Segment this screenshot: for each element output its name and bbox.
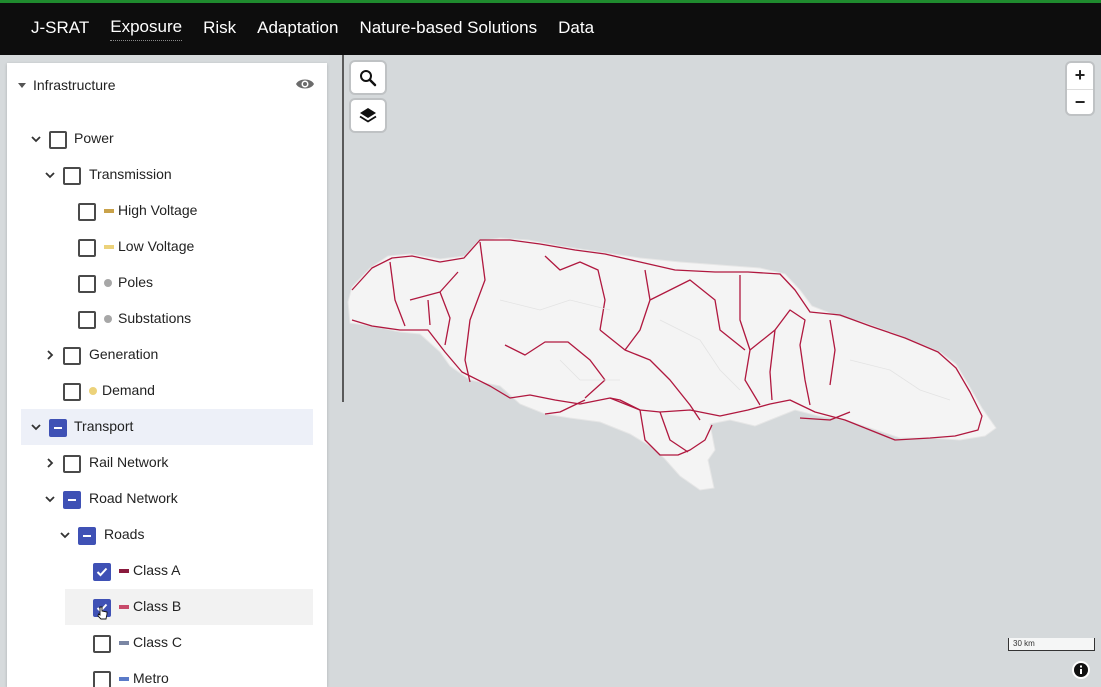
zoom-out-button[interactable]: −: [1067, 89, 1093, 115]
checkbox-class-a[interactable]: [93, 563, 111, 581]
section-title: Infrastructure: [33, 77, 116, 93]
checkbox-metro[interactable]: [93, 671, 111, 687]
chevron-down-icon[interactable]: [30, 420, 42, 438]
zoom-control: + −: [1067, 63, 1093, 114]
legend-swatch-poles: [104, 279, 112, 287]
legend-swatch-metro: [119, 677, 129, 681]
legend-swatch-low-voltage: [104, 245, 114, 249]
nav-risk[interactable]: Risk: [203, 18, 236, 41]
layer-row-class-a[interactable]: Class A: [21, 553, 313, 589]
layer-label-demand: Demand: [102, 382, 155, 398]
layer-row-class-b[interactable]: Class B: [65, 589, 313, 625]
legend-swatch-class-a: [119, 569, 129, 573]
layer-row-low-voltage[interactable]: Low Voltage: [21, 229, 313, 265]
island-map: [347, 237, 997, 491]
chevron-down-icon[interactable]: [44, 492, 56, 510]
layer-row-rail-network[interactable]: Rail Network: [21, 445, 313, 481]
legend-swatch-substations: [104, 315, 112, 323]
checkbox-substations[interactable]: [78, 311, 96, 329]
section-infrastructure[interactable]: Infrastructure: [7, 63, 327, 107]
zoom-in-button[interactable]: +: [1067, 63, 1093, 88]
layer-label-high-voltage: High Voltage: [118, 202, 198, 218]
island-landmass: [347, 237, 997, 491]
map-canvas[interactable]: [329, 55, 1101, 687]
layer-row-class-c[interactable]: Class C: [21, 625, 313, 661]
layer-label-metro: Metro: [133, 670, 169, 686]
visibility-toggle[interactable]: [295, 76, 315, 97]
panel-resize-divider[interactable]: [342, 55, 344, 402]
attribution-info-button[interactable]: [1072, 661, 1090, 679]
checkbox-poles[interactable]: [78, 275, 96, 293]
chevron-right-icon[interactable]: [44, 348, 56, 366]
checkbox-roads[interactable]: [78, 527, 96, 545]
layer-label-generation: Generation: [89, 346, 159, 362]
layers-button[interactable]: [351, 100, 385, 131]
top-nav-bar: J-SRAT Exposure Risk Adaptation Nature-b…: [0, 0, 1101, 55]
layer-label-class-c: Class C: [133, 634, 183, 650]
layer-label-rail-network: Rail Network: [89, 454, 169, 470]
checkbox-high-voltage[interactable]: [78, 203, 96, 221]
layer-label-class-a: Class A: [133, 562, 181, 578]
layers-icon: [359, 107, 377, 123]
checkbox-low-voltage[interactable]: [78, 239, 96, 257]
legend-swatch-class-b: [119, 605, 129, 609]
nav-adaptation[interactable]: Adaptation: [257, 18, 338, 41]
search-button[interactable]: [351, 62, 385, 93]
nav-brand[interactable]: J-SRAT: [31, 18, 89, 41]
layer-row-roads[interactable]: Roads: [21, 517, 313, 553]
checkbox-class-c[interactable]: [93, 635, 111, 653]
scale-bar: 30 km: [1008, 638, 1095, 651]
layer-panel: Infrastructure Power Transmission High Vol…: [7, 63, 327, 687]
search-icon: [360, 69, 377, 86]
layer-row-transport[interactable]: Transport: [21, 409, 313, 445]
info-icon: [1074, 663, 1088, 677]
eye-icon: [296, 79, 314, 89]
layer-row-road-network[interactable]: Road Network: [21, 481, 313, 517]
checkbox-power[interactable]: [49, 131, 67, 149]
caret-down-icon: [18, 83, 26, 88]
layer-row-high-voltage[interactable]: High Voltage: [21, 193, 313, 229]
layer-label-transport: Transport: [74, 418, 134, 434]
legend-swatch-high-voltage: [104, 209, 114, 213]
checkbox-transport[interactable]: [49, 419, 67, 437]
checkbox-road-network[interactable]: [63, 491, 81, 509]
layer-label-power: Power: [74, 130, 114, 146]
checkbox-rail-network[interactable]: [63, 455, 81, 473]
chevron-down-icon[interactable]: [44, 168, 56, 186]
layer-row-metro[interactable]: Metro: [21, 661, 313, 687]
nav-data[interactable]: Data: [558, 18, 594, 41]
layer-row-substations[interactable]: Substations: [21, 301, 313, 337]
layer-row-demand[interactable]: Demand: [21, 373, 313, 409]
pointer-cursor-icon: [97, 606, 109, 625]
chevron-down-icon[interactable]: [30, 132, 42, 150]
layer-label-substations: Substations: [118, 310, 192, 326]
layer-row-power[interactable]: Power: [21, 121, 313, 157]
nav-nature-based-solutions[interactable]: Nature-based Solutions: [359, 18, 537, 41]
layer-label-poles: Poles: [118, 274, 154, 290]
layer-row-generation[interactable]: Generation: [21, 337, 313, 373]
checkbox-demand[interactable]: [63, 383, 81, 401]
checkbox-generation[interactable]: [63, 347, 81, 365]
chevron-right-icon[interactable]: [44, 456, 56, 474]
legend-swatch-class-c: [119, 641, 129, 645]
layer-label-roads: Roads: [104, 526, 145, 542]
layer-label-transmission: Transmission: [89, 166, 172, 182]
checkbox-transmission[interactable]: [63, 167, 81, 185]
legend-swatch-demand: [89, 387, 97, 395]
nav-exposure[interactable]: Exposure: [110, 17, 183, 41]
layer-label-road-network: Road Network: [89, 490, 178, 506]
layer-label-class-b: Class B: [133, 598, 182, 614]
layer-row-poles[interactable]: Poles: [21, 265, 313, 301]
layer-label-low-voltage: Low Voltage: [118, 238, 195, 254]
main-nav: J-SRAT Exposure Risk Adaptation Nature-b…: [0, 3, 594, 55]
layer-row-transmission[interactable]: Transmission: [21, 157, 313, 193]
chevron-down-icon[interactable]: [59, 528, 71, 546]
